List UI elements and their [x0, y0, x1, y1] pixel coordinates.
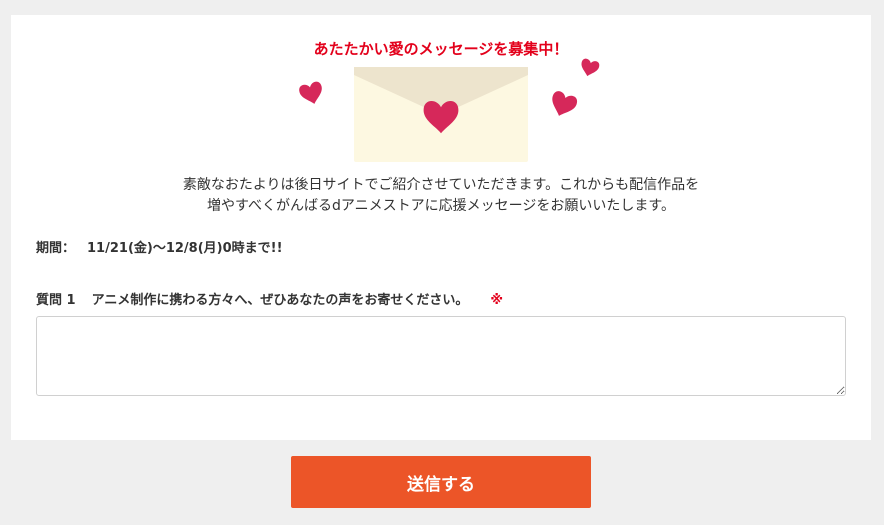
period-value: 11/21(金)〜12/8(月)0時まで!!	[87, 241, 283, 256]
message-form-card: あたたかい愛のメッセージを募集中！ 素敵なおたよりは後日サイトでご紹介させていた…	[11, 15, 871, 440]
heart-icon	[547, 89, 579, 121]
description-line: 増やすべくがんばるdアニメストアに応援メッセージをお願いいたします。	[207, 198, 675, 214]
submit-button[interactable]: 送信する	[291, 456, 591, 508]
question-label: 質問 1 アニメ制作に携わる方々へ、ぜひあなたの声をお寄せください。 ※	[36, 289, 503, 308]
form-description: 素敵なおたよりは後日サイトでご紹介させていただきます。これからも配信作品を 増や…	[11, 175, 871, 217]
answer-textarea[interactable]	[36, 316, 846, 396]
period-label: 期間：	[36, 241, 76, 256]
question-number: 質問 1	[36, 293, 76, 308]
heart-icon	[297, 80, 326, 107]
campaign-period: 期間： 11/21(金)〜12/8(月)0時まで!!	[36, 237, 283, 256]
required-mark: ※	[490, 293, 503, 308]
heart-icon	[578, 57, 601, 79]
envelope-illustration	[297, 57, 601, 162]
description-line: 素敵なおたよりは後日サイトでご紹介させていただきます。これからも配信作品を	[182, 177, 700, 193]
question-text: アニメ制作に携わる方々へ、ぜひあなたの声をお寄せください。	[91, 293, 469, 308]
envelope-icon	[354, 67, 528, 162]
